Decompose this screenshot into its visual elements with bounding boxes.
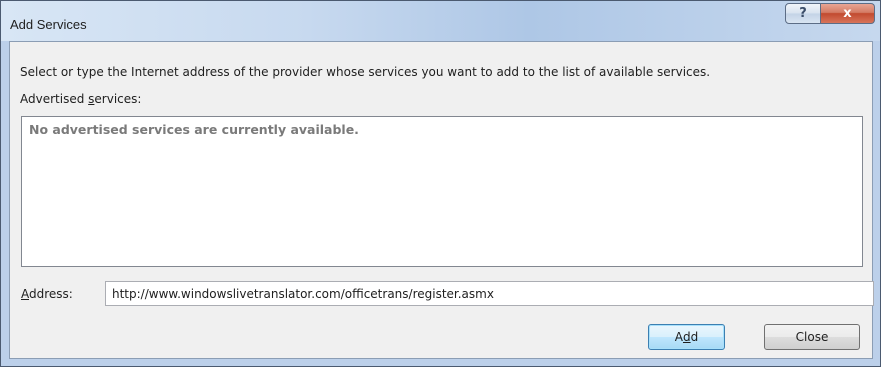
window-title: Add Services: [10, 17, 87, 32]
help-icon: ?: [799, 6, 807, 21]
label-part: d: [690, 330, 699, 344]
add-button[interactable]: Add: [648, 324, 725, 350]
advertised-services-list[interactable]: No advertised services are currently ava…: [21, 116, 863, 267]
label-part: Advertised: [20, 92, 89, 106]
address-input[interactable]: [105, 281, 874, 306]
close-icon: x: [843, 6, 852, 21]
label-part: A: [674, 330, 683, 344]
label-part: ervices:: [94, 92, 142, 106]
access-key: d: [682, 330, 691, 344]
access-key: A: [21, 287, 29, 301]
title-bar[interactable]: Add Services ? x: [1, 1, 880, 41]
address-label: Address:: [21, 287, 73, 301]
advertised-services-label: Advertised services:: [20, 92, 141, 106]
caption-buttons: ? x: [785, 3, 875, 25]
close-button[interactable]: Close: [764, 324, 860, 350]
instructions-text: Select or type the Internet address of t…: [20, 65, 711, 79]
help-button[interactable]: ?: [785, 3, 821, 24]
label-part: ddress:: [29, 287, 73, 301]
window-close-button[interactable]: x: [821, 3, 875, 24]
empty-list-message: No advertised services are currently ava…: [29, 122, 359, 137]
